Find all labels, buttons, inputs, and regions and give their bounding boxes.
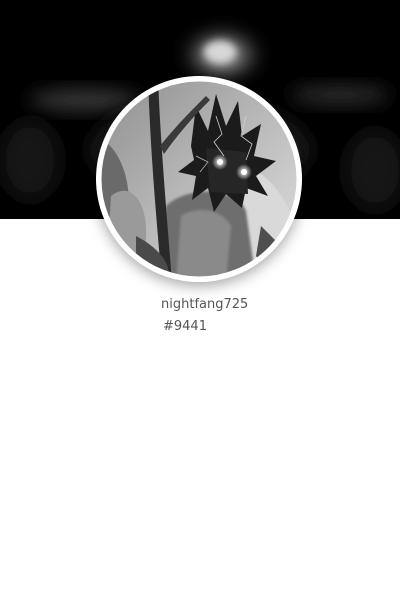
avatar[interactable] — [96, 76, 302, 282]
username: nightfang725 — [161, 297, 249, 312]
avatar-image — [96, 76, 302, 282]
user-discriminator: #9441 — [163, 319, 207, 334]
